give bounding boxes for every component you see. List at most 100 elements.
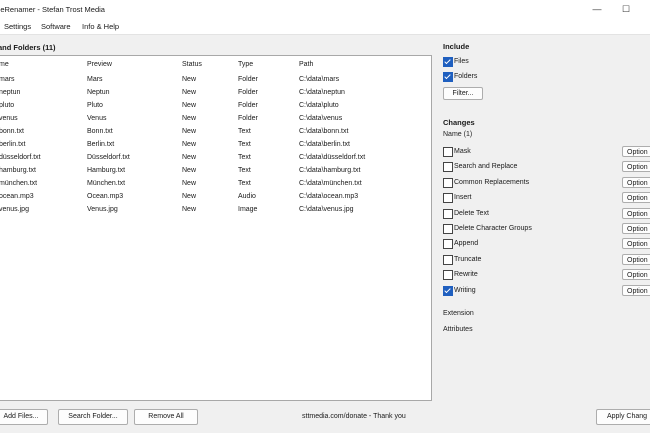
cell-name: münchen.txt bbox=[0, 180, 38, 187]
change-checkbox-rewrite[interactable] bbox=[443, 270, 453, 281]
options-button-truncate[interactable]: Option bbox=[622, 253, 650, 265]
cell-preview: Neptun bbox=[87, 89, 110, 96]
cell-name: düsseldorf.txt bbox=[0, 154, 41, 161]
minimize-button[interactable]: — bbox=[586, 2, 608, 16]
include-checkbox-folders[interactable] bbox=[443, 72, 453, 82]
cell-status: New bbox=[182, 115, 197, 122]
cell-path: C:\data\berlin.txt bbox=[299, 141, 350, 148]
cell-type: Folder bbox=[238, 102, 258, 109]
change-checkbox-common-replacements[interactable] bbox=[443, 177, 453, 188]
change-checkbox-append[interactable] bbox=[443, 239, 453, 250]
cell-path: C:\data\ocean.mp3 bbox=[299, 193, 359, 200]
cell-status: New bbox=[182, 128, 197, 135]
column-header-type[interactable]: Type bbox=[238, 61, 253, 68]
change-label-common-replacements[interactable]: Common Replacements bbox=[454, 179, 529, 186]
change-checkbox-delete-text[interactable] bbox=[443, 208, 453, 219]
column-header-path[interactable]: Path bbox=[299, 61, 313, 68]
cell-name: berlin.txt bbox=[0, 141, 26, 148]
cell-status: New bbox=[182, 89, 197, 96]
include-title: Include bbox=[443, 42, 470, 51]
change-label-append[interactable]: Append bbox=[454, 240, 478, 247]
cell-type: Text bbox=[238, 154, 251, 161]
apply-changes-button[interactable]: Apply Chang bbox=[596, 409, 650, 425]
cell-type: Text bbox=[238, 141, 251, 148]
options-button-delete-text[interactable]: Option bbox=[622, 207, 650, 219]
options-button-insert[interactable]: Option bbox=[622, 192, 650, 204]
options-button-mask[interactable]: Option bbox=[622, 146, 650, 157]
filter-button[interactable]: Filter... bbox=[443, 87, 483, 100]
change-checkbox-search-and-replace[interactable] bbox=[443, 162, 453, 173]
cell-preview: Venus bbox=[87, 115, 107, 122]
cell-type: Folder bbox=[238, 115, 258, 122]
options-button-search-and-replace[interactable]: Option bbox=[622, 161, 650, 173]
cell-preview: Berlin.txt bbox=[87, 141, 115, 148]
cell-preview: Mars bbox=[87, 76, 103, 83]
cell-path: C:\data\neptun bbox=[299, 89, 345, 96]
file-list[interactable]: me Preview Status Type Path mars Mars New F… bbox=[0, 55, 432, 401]
options-button-append[interactable]: Option bbox=[622, 238, 650, 250]
cell-name: mars bbox=[0, 76, 15, 83]
cell-name: bonn.txt bbox=[0, 128, 24, 135]
cell-status: New bbox=[182, 206, 197, 213]
change-label-delete-character-groups[interactable]: Delete Character Groups bbox=[454, 225, 532, 232]
maximize-button[interactable]: ☐ bbox=[615, 2, 637, 16]
menu-info-help[interactable]: Info & Help bbox=[82, 22, 119, 31]
change-label-rewrite[interactable]: Rewrite bbox=[454, 271, 478, 278]
change-label-search-and-replace[interactable]: Search and Replace bbox=[454, 163, 517, 170]
options-button-writing[interactable]: Option bbox=[622, 284, 650, 296]
cell-type: Folder bbox=[238, 89, 258, 96]
remove-all-button[interactable]: Remove All bbox=[134, 409, 198, 425]
search-folder-button[interactable]: Search Folder... bbox=[58, 409, 128, 425]
change-checkbox-mask[interactable] bbox=[443, 147, 453, 157]
change-label-delete-text[interactable]: Delete Text bbox=[454, 210, 489, 217]
change-label-writing[interactable]: Writing bbox=[454, 287, 476, 294]
change-label-mask[interactable]: Mask bbox=[454, 148, 471, 155]
change-checkbox-truncate[interactable] bbox=[443, 254, 453, 265]
menu-bar: Settings Software Info & Help bbox=[0, 18, 650, 34]
options-button-rewrite[interactable]: Option bbox=[622, 269, 650, 281]
name-section-header[interactable]: Name (1) bbox=[443, 131, 472, 138]
change-label-truncate[interactable]: Truncate bbox=[454, 256, 481, 263]
attributes-section-header[interactable]: Attributes bbox=[443, 326, 473, 333]
change-checkbox-insert[interactable] bbox=[443, 193, 453, 204]
change-checkbox-delete-character-groups[interactable] bbox=[443, 224, 453, 234]
change-checkbox-writing[interactable] bbox=[443, 285, 453, 296]
change-label-insert[interactable]: Insert bbox=[454, 194, 472, 201]
cell-preview: Hamburg.txt bbox=[87, 167, 126, 174]
files-folders-title: and Folders (11) bbox=[0, 43, 56, 52]
cell-path: C:\data\münchen.txt bbox=[299, 180, 362, 187]
cell-name: venus.jpg bbox=[0, 206, 29, 213]
include-checkbox-files[interactable] bbox=[443, 57, 453, 67]
cell-type: Text bbox=[238, 128, 251, 135]
cell-status: New bbox=[182, 180, 197, 187]
cell-status: New bbox=[182, 193, 197, 200]
cell-name: ocean.mp3 bbox=[0, 193, 34, 200]
include-label-folders[interactable]: Folders bbox=[454, 73, 477, 80]
cell-type: Audio bbox=[238, 193, 256, 200]
column-header-name[interactable]: me bbox=[0, 61, 9, 68]
cell-preview: Pluto bbox=[87, 102, 103, 109]
options-button-delete-character-groups[interactable]: Option bbox=[622, 223, 650, 234]
menu-settings[interactable]: Settings bbox=[4, 22, 31, 31]
add-files-button[interactable]: Add Files... bbox=[0, 409, 48, 425]
cell-status: New bbox=[182, 141, 197, 148]
cell-preview: München.txt bbox=[87, 180, 126, 187]
cell-name: neptun bbox=[0, 89, 21, 96]
cell-name: pluto bbox=[0, 102, 15, 109]
column-header-preview[interactable]: Preview bbox=[87, 61, 112, 68]
column-header-status[interactable]: Status bbox=[182, 61, 202, 68]
title-bar: ileRenamer - Stefan Trost Media — ☐ bbox=[0, 0, 650, 18]
include-label-files[interactable]: Files bbox=[454, 58, 469, 65]
cell-preview: Venus.jpg bbox=[87, 206, 118, 213]
cell-path: C:\data\venus bbox=[299, 115, 343, 122]
options-button-common-replacements[interactable]: Option bbox=[622, 176, 650, 188]
cell-path: C:\data\mars bbox=[299, 76, 340, 83]
cell-status: New bbox=[182, 167, 197, 174]
cell-path: C:\data\düsseldorf.txt bbox=[299, 154, 366, 161]
window-title: ileRenamer - Stefan Trost Media bbox=[0, 5, 105, 14]
menu-software[interactable]: Software bbox=[41, 22, 71, 31]
cell-name: hamburg.txt bbox=[0, 167, 36, 174]
cell-status: New bbox=[182, 76, 197, 83]
extension-section-header[interactable]: Extension bbox=[443, 310, 474, 317]
cell-name: venus bbox=[0, 115, 18, 122]
